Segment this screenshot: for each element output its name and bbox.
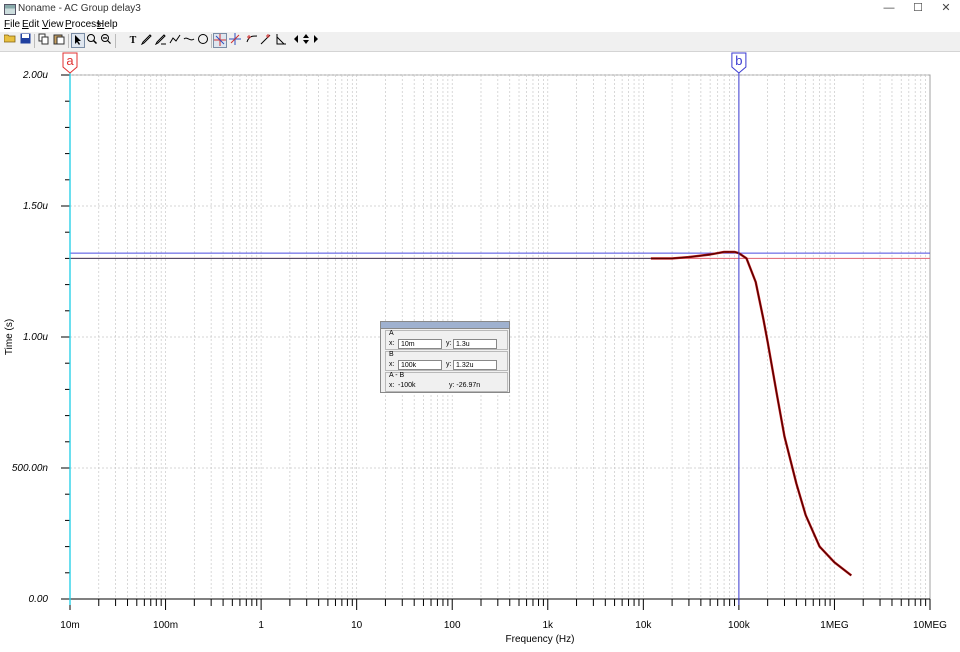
readout-group-diff: A - B x: -100k y: -26.97n	[385, 372, 508, 392]
x-tick-label: 10	[351, 620, 363, 631]
circle-icon[interactable]	[196, 33, 210, 48]
readout-a-x-label: x:	[389, 340, 395, 347]
readout-title-bar[interactable]	[381, 322, 509, 329]
readout-diff-x-value: -100k	[398, 382, 416, 389]
text-icon[interactable]: T	[126, 33, 140, 48]
x-tick-label: 100m	[153, 620, 178, 631]
pen-edit-icon[interactable]	[154, 33, 168, 48]
x-tick-label: 10MEG	[913, 620, 947, 631]
cursor-b-label: b	[735, 53, 742, 68]
zoom-out-icon[interactable]	[99, 33, 113, 48]
readout-group-b: B x: y:	[385, 351, 508, 371]
pen-icon[interactable]	[140, 33, 154, 48]
open-folder-icon[interactable]	[3, 33, 17, 48]
cursor-add-icon[interactable]	[259, 33, 273, 48]
x-tick-label: 10m	[60, 620, 79, 631]
x-tick-label: 10k	[635, 620, 652, 631]
y-tick-label: 1.00u	[23, 332, 48, 343]
y-axis-label: Time (s)	[4, 319, 15, 355]
cursor-b-icon[interactable]	[228, 33, 242, 48]
maximize-button[interactable]: ☐	[906, 1, 930, 15]
pointer-icon[interactable]	[71, 33, 85, 48]
cursor-a-icon[interactable]	[213, 33, 227, 48]
cursor-readout-panel[interactable]: A x: y: B x: y: A - B x: -100k y: -26.97…	[380, 321, 510, 393]
readout-diff-x-label: x:	[389, 382, 395, 389]
readout-a-x-field[interactable]	[398, 339, 442, 349]
close-button[interactable]: ✕	[934, 1, 958, 15]
toolbar: T	[0, 32, 960, 52]
save-icon[interactable]	[18, 33, 32, 48]
readout-diff-y-value: y: -26.97n	[449, 382, 481, 389]
readout-a-header: A	[389, 330, 394, 337]
menu-process[interactable]: Process	[65, 19, 101, 30]
readout-b-header: B	[389, 351, 394, 358]
cursor-a-label: a	[66, 53, 74, 68]
paste-icon[interactable]	[52, 33, 66, 48]
x-tick-label: 100	[444, 620, 461, 631]
zoom-in-icon[interactable]	[85, 33, 99, 48]
app-icon	[4, 4, 16, 15]
line-icon[interactable]	[182, 33, 196, 48]
slope-icon[interactable]	[274, 33, 288, 48]
menu-view[interactable]: View	[42, 19, 64, 30]
menu-bar: File Edit View Process Help	[0, 17, 960, 31]
x-tick-label: 100k	[728, 620, 751, 631]
readout-group-a: A x: y:	[385, 330, 508, 350]
x-tick-label: 1	[258, 620, 264, 631]
menu-help[interactable]: Help	[97, 19, 118, 30]
readout-b-x-field[interactable]	[398, 360, 442, 370]
readout-b-x-label: x:	[389, 361, 395, 368]
readout-diff-header: A - B	[389, 372, 405, 379]
y-tick-label: 500.00n	[12, 463, 49, 474]
readout-a-y-field[interactable]	[453, 339, 497, 349]
title-bar: Noname - AC Group delay3 — ☐ ✕	[0, 0, 960, 17]
y-tick-label: 1.50u	[23, 201, 48, 212]
x-tick-label: 1MEG	[820, 620, 849, 631]
copy-icon[interactable]	[37, 33, 51, 48]
x-tick-label: 1k	[542, 620, 554, 631]
window-title: Noname - AC Group delay3	[18, 3, 141, 14]
readout-b-y-field[interactable]	[453, 360, 497, 370]
menu-edit[interactable]: Edit	[22, 19, 39, 30]
readout-a-y-label: y:	[446, 340, 452, 347]
y-tick-label: 2.00u	[22, 70, 48, 81]
cursor-move-icon[interactable]	[245, 33, 259, 48]
minimize-button[interactable]: —	[877, 1, 901, 15]
graph-icon[interactable]	[168, 33, 182, 48]
readout-b-y-label: y:	[446, 361, 452, 368]
menu-file[interactable]: File	[4, 19, 20, 30]
x-axis-label: Frequency (Hz)	[506, 634, 575, 645]
y-tick-label: 0.00	[29, 594, 49, 605]
right-arrow-icon[interactable]	[309, 33, 323, 48]
